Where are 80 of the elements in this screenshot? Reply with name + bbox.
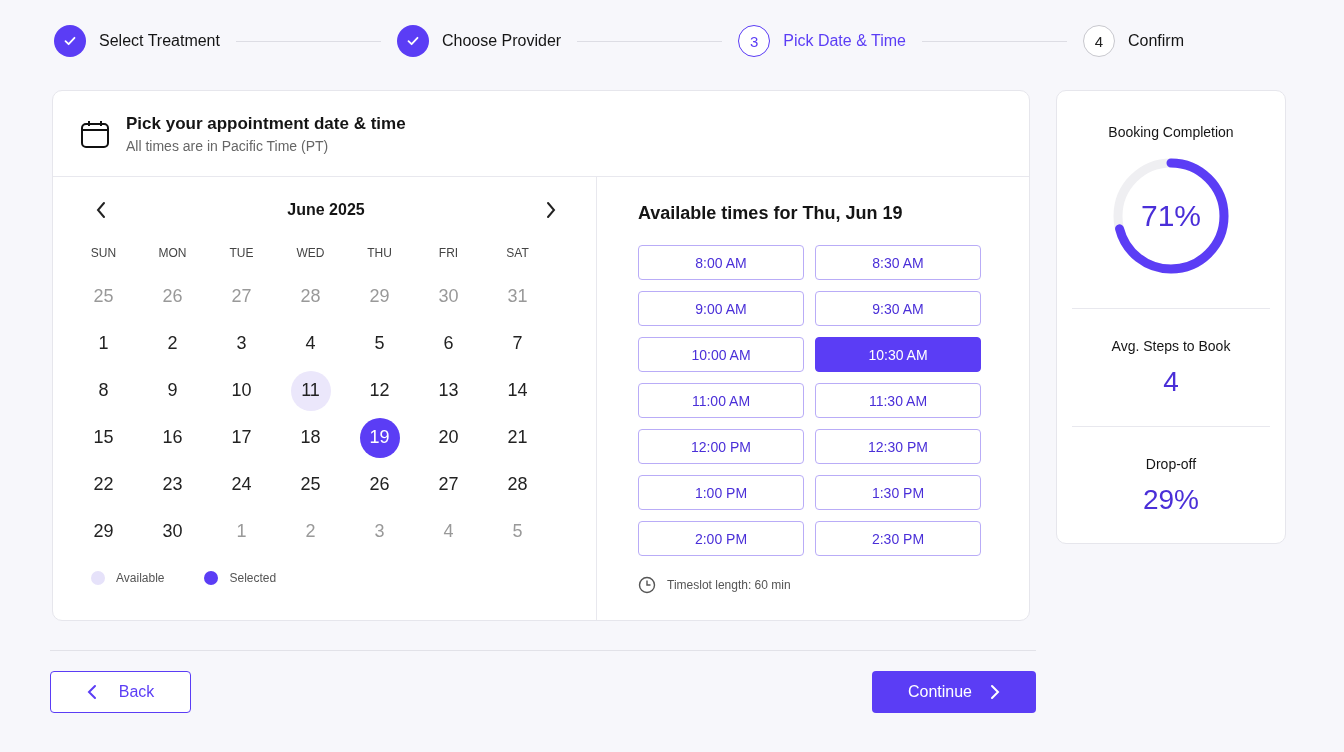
continue-button[interactable]: Continue — [872, 671, 1036, 713]
time-slot-button[interactable]: 1:30 PM — [815, 475, 981, 510]
check-icon — [63, 34, 77, 48]
time-slot-button[interactable]: 11:00 AM — [638, 383, 804, 418]
stat-value: 71% — [1140, 199, 1201, 233]
calendar-day[interactable]: 18 — [290, 417, 331, 458]
time-slot-button[interactable]: 1:00 PM — [638, 475, 804, 510]
stat-value: 4 — [1163, 365, 1179, 398]
time-slot-button[interactable]: 8:30 AM — [815, 245, 981, 280]
step-label: Pick Date & Time — [783, 32, 906, 50]
calendar-day[interactable]: 11 — [290, 370, 331, 411]
time-slot-button[interactable]: 12:30 PM — [815, 429, 981, 464]
calendar-day[interactable]: 13 — [428, 370, 469, 411]
panel-title: Pick your appointment date & time — [126, 113, 406, 134]
calendar-day[interactable]: 16 — [152, 417, 193, 458]
calendar-day[interactable]: 22 — [83, 464, 124, 505]
calendar-day[interactable]: 8 — [83, 370, 124, 411]
stat-label: Booking Completion — [1108, 124, 1234, 140]
weekday-label: WED — [296, 246, 325, 260]
calendar-day[interactable]: 5 — [359, 323, 400, 364]
calendar-day[interactable]: 6 — [428, 323, 469, 364]
time-slot-button[interactable]: 12:00 PM — [638, 429, 804, 464]
calendar-day[interactable]: 30 — [152, 511, 193, 552]
calendar-day[interactable]: 26 — [359, 464, 400, 505]
weekday-label: SAT — [506, 246, 529, 260]
calendar-day[interactable]: 3 — [221, 323, 262, 364]
calendar-day[interactable]: 2 — [152, 323, 193, 364]
calendar-day[interactable]: 23 — [152, 464, 193, 505]
weekday-label: FRI — [438, 246, 459, 260]
weekday-label: MON — [158, 246, 187, 260]
step-label: Confirm — [1127, 32, 1184, 50]
chevron-right-icon — [545, 201, 557, 219]
calendar-day[interactable]: 12 — [359, 370, 400, 411]
check-icon — [406, 34, 420, 48]
clock-icon — [638, 576, 656, 594]
legend-label: Available — [116, 571, 165, 585]
time-slot-button[interactable]: 2:00 PM — [638, 521, 804, 556]
calendar-day[interactable]: 15 — [83, 417, 124, 458]
time-slot-button[interactable]: 2:30 PM — [815, 521, 981, 556]
calendar-day[interactable]: 27 — [428, 464, 469, 505]
calendar-day[interactable]: 21 — [497, 417, 538, 458]
chevron-left-icon — [95, 201, 107, 219]
stat-label: Avg. Steps to Book — [1111, 337, 1231, 354]
time-slot-button[interactable]: 10:00 AM — [638, 337, 804, 372]
calendar-day[interactable]: 17 — [221, 417, 262, 458]
calendar-day[interactable]: 25 — [290, 464, 331, 505]
time-slot-button[interactable]: 9:30 AM — [815, 291, 981, 326]
calendar-day[interactable]: 10 — [221, 370, 262, 411]
time-slot-button[interactable]: 11:30 AM — [815, 383, 981, 418]
month-label: June 2025 — [287, 201, 365, 219]
chevron-left-icon — [86, 684, 97, 700]
calendar-day[interactable]: 1 — [83, 323, 124, 364]
back-button[interactable]: Back — [50, 671, 191, 713]
weekday-label: TUE — [229, 246, 254, 260]
calendar-day[interactable]: 29 — [83, 511, 124, 552]
weekday-label: SUN — [90, 246, 117, 260]
calendar-day[interactable]: 24 — [221, 464, 262, 505]
panel-subtitle: All times are in Pacific Time (PT) — [126, 137, 330, 154]
calendar-day[interactable]: 7 — [497, 323, 538, 364]
stat-value: 29% — [1142, 483, 1199, 516]
weekday-label: THU — [367, 246, 392, 260]
time-slot-button[interactable]: 9:00 AM — [638, 291, 804, 326]
calendar-day[interactable]: 14 — [497, 370, 538, 411]
step-indicator: 3 — [738, 25, 771, 57]
timeslot-note: Timeslot length: 60 min — [667, 578, 791, 592]
calendar-day[interactable]: 4 — [290, 323, 331, 364]
calendar-day[interactable]: 19 — [359, 417, 400, 458]
step-label: Select Treatment — [99, 32, 220, 50]
time-slot-button[interactable]: 8:00 AM — [638, 245, 804, 280]
calendar-day[interactable]: 9 — [152, 370, 193, 411]
times-heading: Available times for Thu, Jun 19 — [638, 203, 904, 224]
calendar-day[interactable]: 28 — [497, 464, 538, 505]
step-label: Choose Provider — [442, 32, 562, 50]
legend-label: Selected — [229, 571, 277, 585]
chevron-right-icon — [990, 684, 1000, 700]
calendar-icon — [80, 118, 110, 149]
step-indicator: 4 — [1082, 25, 1115, 57]
calendar-day[interactable]: 20 — [428, 417, 469, 458]
time-slot-button[interactable]: 10:30 AM — [815, 337, 981, 372]
stat-label: Drop-off — [1145, 455, 1197, 472]
